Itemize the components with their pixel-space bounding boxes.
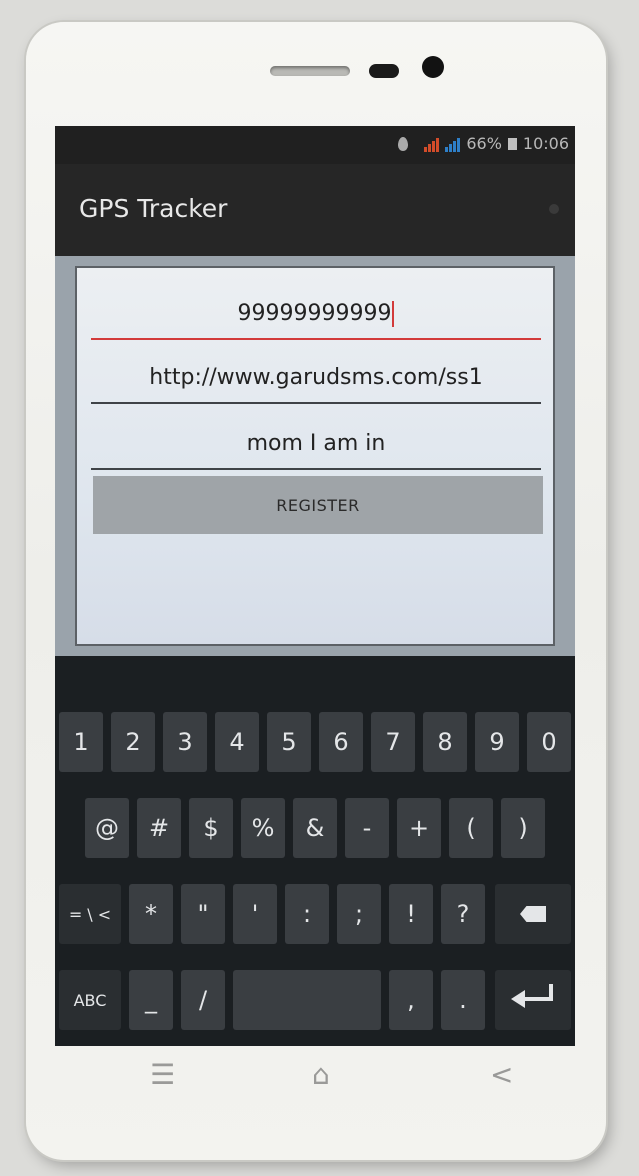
- earpiece-speaker: [270, 66, 350, 76]
- key-colon[interactable]: :: [285, 884, 329, 944]
- status-bar: 66% 10:06: [55, 126, 575, 164]
- signal-sim2-icon: [445, 136, 461, 152]
- key-asterisk[interactable]: *: [129, 884, 173, 944]
- home-button[interactable]: ⌂: [312, 1058, 330, 1091]
- key-enter[interactable]: [495, 970, 571, 1030]
- key-period[interactable]: .: [441, 970, 485, 1030]
- key-8[interactable]: 8: [423, 712, 467, 772]
- key-slash[interactable]: /: [181, 970, 225, 1030]
- key-backspace[interactable]: [495, 884, 571, 944]
- key-plus[interactable]: +: [397, 798, 441, 858]
- phone-body: 66% 10:06 GPS Tracker 99999999999 http:/…: [26, 22, 606, 1160]
- key-4[interactable]: 4: [215, 712, 259, 772]
- key-dollar[interactable]: $: [189, 798, 233, 858]
- keyboard: 1 2 3 4 5 6 7 8 9 0 @ # $ % & - + ( ) = …: [55, 656, 575, 1046]
- key-6[interactable]: 6: [319, 712, 363, 772]
- status-icons: 66% 10:06: [398, 134, 569, 153]
- content-area: 99999999999 http://www.garudsms.com/ss1 …: [55, 256, 575, 656]
- key-9[interactable]: 9: [475, 712, 519, 772]
- key-close-paren[interactable]: ): [501, 798, 545, 858]
- key-7[interactable]: 7: [371, 712, 415, 772]
- key-2[interactable]: 2: [111, 712, 155, 772]
- key-minus[interactable]: -: [345, 798, 389, 858]
- phone-number-field[interactable]: 99999999999: [91, 294, 541, 340]
- key-abc[interactable]: ABC: [59, 970, 121, 1030]
- key-at[interactable]: @: [85, 798, 129, 858]
- key-underscore[interactable]: _: [129, 970, 173, 1030]
- battery-percent: 66%: [466, 134, 502, 153]
- back-button[interactable]: <: [490, 1058, 513, 1091]
- key-5[interactable]: 5: [267, 712, 311, 772]
- overflow-icon: [549, 204, 559, 214]
- location-icon: [398, 136, 409, 151]
- key-semicolon[interactable]: ;: [337, 884, 381, 944]
- message-field[interactable]: mom I am in: [91, 424, 541, 470]
- app-title: GPS Tracker: [79, 194, 228, 223]
- battery-icon: [507, 137, 517, 150]
- register-button[interactable]: REGISTER: [93, 476, 543, 534]
- key-ampersand[interactable]: &: [293, 798, 337, 858]
- message-value: mom I am in: [246, 431, 386, 456]
- key-hash[interactable]: #: [137, 798, 181, 858]
- screen: 66% 10:06 GPS Tracker 99999999999 http:/…: [55, 126, 575, 1046]
- url-field[interactable]: http://www.garudsms.com/ss1: [91, 358, 541, 404]
- key-1[interactable]: 1: [59, 712, 103, 772]
- key-exclamation[interactable]: !: [389, 884, 433, 944]
- text-cursor: [392, 301, 395, 327]
- phone-number-value: 99999999999: [237, 301, 392, 326]
- key-space[interactable]: [233, 970, 381, 1030]
- key-more-symbols[interactable]: = \ <: [59, 884, 121, 944]
- key-comma[interactable]: ,: [389, 970, 433, 1030]
- url-value: http://www.garudsms.com/ss1: [149, 365, 483, 390]
- key-open-paren[interactable]: (: [449, 798, 493, 858]
- action-bar: GPS Tracker: [55, 164, 575, 256]
- menu-button[interactable]: ☰: [150, 1058, 175, 1091]
- key-double-quote[interactable]: ": [181, 884, 225, 944]
- proximity-sensor: [369, 64, 399, 78]
- key-percent[interactable]: %: [241, 798, 285, 858]
- key-3[interactable]: 3: [163, 712, 207, 772]
- clock: 10:06: [522, 134, 569, 153]
- front-camera: [422, 56, 444, 78]
- key-single-quote[interactable]: ': [233, 884, 277, 944]
- key-question[interactable]: ?: [441, 884, 485, 944]
- backspace-icon: [520, 906, 546, 922]
- key-0[interactable]: 0: [527, 712, 571, 772]
- register-dialog: 99999999999 http://www.garudsms.com/ss1 …: [75, 266, 555, 646]
- signal-sim1-icon: [424, 136, 440, 152]
- enter-icon: [511, 984, 555, 1012]
